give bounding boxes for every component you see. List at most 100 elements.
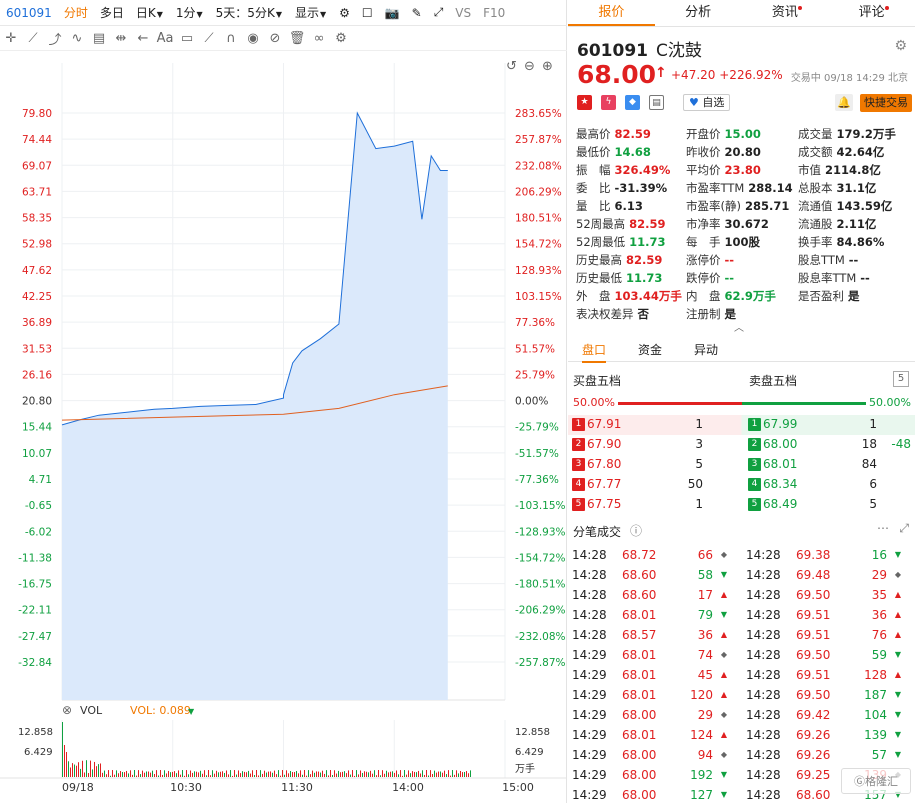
fib-tool-icon[interactable]: ▤ bbox=[88, 31, 110, 46]
tab-intraday[interactable]: 分时 bbox=[58, 4, 94, 21]
tick-time: 14:28 bbox=[746, 548, 781, 562]
chevron-down-icon[interactable]: ▼ bbox=[188, 707, 195, 716]
tab-orderbook[interactable]: 盘口 bbox=[582, 341, 607, 363]
volume-bar bbox=[100, 763, 101, 777]
vol-right-label: 12.858 bbox=[515, 727, 550, 738]
range-tool-icon[interactable]: ⇹ bbox=[110, 31, 132, 46]
line-tool-icon[interactable]: ⟋ bbox=[22, 31, 44, 46]
camera-icon[interactable]: 📷 bbox=[379, 6, 406, 20]
note-tool-icon[interactable]: ▭ bbox=[176, 31, 198, 46]
volume-bar bbox=[364, 771, 365, 777]
hide-icon[interactable]: ⊘ bbox=[264, 31, 286, 46]
orderbook-row[interactable]: 2 67.90 3 2 68.00 18 -48 bbox=[568, 435, 915, 455]
tab-quote[interactable]: 报价 bbox=[568, 0, 655, 26]
eye-icon[interactable]: ◉ bbox=[242, 31, 264, 46]
zoom-in-icon[interactable]: ⊕ bbox=[542, 59, 553, 74]
quick-trade-button[interactable]: 快捷交易 bbox=[860, 94, 912, 112]
tick-volume: 29 bbox=[871, 568, 887, 582]
zoom-out-icon[interactable]: ⊖ bbox=[524, 59, 535, 74]
f10-button[interactable]: F10 bbox=[477, 6, 511, 20]
reset-icon[interactable]: ↺ bbox=[506, 59, 517, 74]
tab-comments[interactable]: 评论 bbox=[828, 0, 915, 26]
orderbook-row[interactable]: 1 67.91 1 1 67.99 1 bbox=[568, 415, 915, 435]
gear-icon[interactable]: ⚙ bbox=[894, 38, 907, 54]
pct-tick-label: 206.29% bbox=[515, 186, 562, 198]
tab-daily-k[interactable]: 日K▼ bbox=[130, 4, 170, 21]
tick-direction-icon: ▼ bbox=[894, 750, 901, 759]
bid-volume: 5 bbox=[695, 457, 703, 471]
volume-bar bbox=[222, 771, 223, 777]
tab-multiday[interactable]: 多日 bbox=[94, 4, 130, 21]
document-icon[interactable]: ▤ bbox=[649, 95, 664, 110]
volume-bar bbox=[132, 774, 133, 777]
display-menu[interactable]: 显示▼ bbox=[289, 4, 333, 21]
volume-bar bbox=[286, 770, 287, 777]
stock-code-link[interactable]: 601091 bbox=[0, 6, 58, 20]
price-tick-label: 10.07 bbox=[22, 448, 52, 460]
tab-movement[interactable]: 异动 bbox=[694, 341, 718, 358]
info-icon[interactable]: ⓘ bbox=[630, 522, 642, 539]
quote-label: 注册制 bbox=[686, 307, 721, 321]
quote-value: 82.59 bbox=[626, 253, 663, 267]
ruler-icon[interactable]: ⟋ bbox=[198, 31, 220, 46]
depth-selector[interactable]: 5 bbox=[893, 371, 909, 387]
tick-volume: 120 bbox=[690, 688, 713, 702]
settings-icon[interactable]: ⚙ bbox=[333, 6, 356, 20]
magnet-icon[interactable]: ∩ bbox=[220, 31, 242, 46]
tick-time: 14:29 bbox=[572, 648, 607, 662]
volume-bar bbox=[414, 771, 415, 777]
orderbook-row[interactable]: 4 67.77 50 4 68.34 6 bbox=[568, 475, 915, 495]
tab-analysis[interactable]: 分析 bbox=[655, 0, 742, 26]
ray-tool-icon[interactable]: ⤴ bbox=[44, 29, 66, 48]
gear-icon[interactable]: ⚙ bbox=[330, 31, 352, 46]
tab-capital[interactable]: 资金 bbox=[638, 341, 662, 358]
volume-bar bbox=[134, 770, 135, 777]
volume-bar bbox=[178, 770, 179, 777]
close-vol-icon[interactable]: ⊗ bbox=[62, 703, 72, 717]
volume-bar bbox=[224, 772, 225, 777]
tab-news[interactable]: 资讯 bbox=[742, 0, 829, 26]
volume-bar bbox=[272, 772, 273, 777]
arrow-tool-icon[interactable]: ← bbox=[132, 31, 154, 46]
crosshair-icon[interactable]: ✛ bbox=[0, 31, 22, 46]
orderbook-row[interactable]: 3 67.80 5 3 68.01 84 bbox=[568, 455, 915, 475]
pct-tick-label: 103.15% bbox=[515, 291, 562, 303]
tab-5day[interactable]: 5天：5分K▼ bbox=[210, 4, 289, 21]
more-icon[interactable]: ⋯ bbox=[877, 521, 889, 535]
lightning-icon[interactable]: ϟ bbox=[601, 95, 616, 110]
orderbook-row[interactable]: 5 67.75 1 5 68.49 5 bbox=[568, 495, 915, 515]
tick-volume: 29 bbox=[697, 708, 713, 722]
vol-value[interactable]: VOL: 0.089 bbox=[130, 704, 191, 717]
compare-button[interactable]: VS bbox=[449, 6, 477, 20]
tick-direction-icon: ▼ bbox=[894, 730, 901, 739]
tick-price: 69.50 bbox=[796, 648, 831, 662]
quote-cell: 昨收价 20.80 bbox=[686, 144, 761, 160]
square-icon[interactable]: ☐ bbox=[356, 6, 379, 20]
quote-label: 外 盘 bbox=[576, 289, 611, 303]
trash-icon[interactable]: 🗑 bbox=[286, 31, 308, 46]
quote-value: 2114.8亿 bbox=[825, 163, 881, 177]
expand-icon[interactable]: ⤢ bbox=[428, 5, 450, 20]
link-icon[interactable]: ∞ bbox=[308, 31, 330, 46]
text-tool-icon[interactable]: Aa bbox=[154, 31, 176, 46]
tick-time: 14:28 bbox=[746, 708, 781, 722]
intraday-chart[interactable]: ↺ ⊖ ⊕ 79.80 283.65% 74.44 257.87% 69.07 232.0… bbox=[0, 52, 567, 803]
add-favorite-button[interactable]: ♥ 自选 bbox=[683, 94, 731, 111]
tick-price: 69.51 bbox=[796, 608, 831, 622]
quote-label: 52周最低 bbox=[576, 235, 626, 249]
tick-time: 14:29 bbox=[572, 688, 607, 702]
wave-tool-icon[interactable]: ∿ bbox=[66, 31, 88, 46]
volume-bar bbox=[64, 745, 65, 777]
tag-icon[interactable]: ◆ bbox=[625, 95, 640, 110]
volume-bar bbox=[450, 775, 451, 777]
pencil-icon[interactable]: ✎ bbox=[406, 6, 428, 20]
volume-bar bbox=[296, 771, 297, 777]
volume-bar bbox=[428, 775, 429, 777]
collapse-icon[interactable]: ︿ bbox=[734, 319, 744, 334]
ask-volume: 6 bbox=[869, 477, 877, 491]
tab-1min[interactable]: 1分▼ bbox=[170, 4, 210, 21]
volume-bar bbox=[456, 770, 457, 777]
bell-icon[interactable]: 🔔 bbox=[835, 94, 853, 111]
volume-bar bbox=[198, 772, 199, 777]
expand-icon[interactable]: ⤢ bbox=[899, 521, 909, 536]
